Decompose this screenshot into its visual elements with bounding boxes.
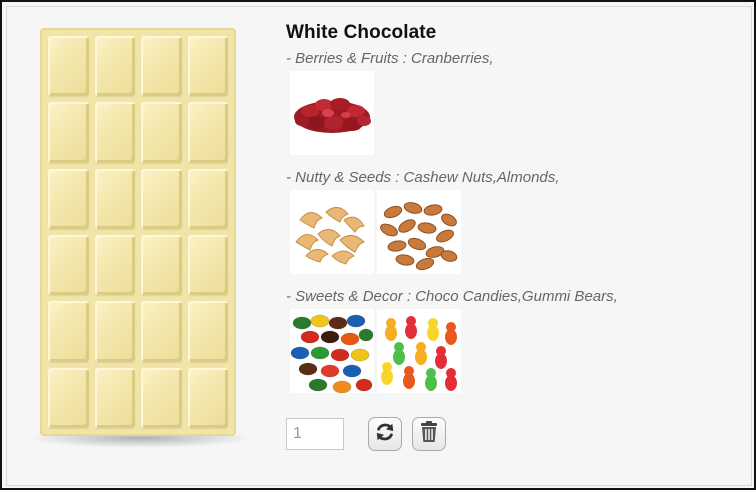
refresh-icon (374, 421, 396, 448)
cranberries-image (290, 71, 374, 155)
cart-item-controls (286, 417, 456, 451)
chocolate-piece (187, 36, 228, 97)
thumbs-sweets (290, 309, 736, 393)
chocolate-piece (187, 168, 228, 229)
quantity-input[interactable] (286, 418, 344, 450)
chocolate-piece (94, 234, 135, 296)
cashew-nuts-image (290, 190, 374, 274)
chocolate-piece (187, 301, 228, 362)
chocolate-piece (94, 168, 135, 229)
delete-button[interactable] (412, 417, 446, 451)
chocolate-piece (141, 234, 182, 296)
trash-icon (418, 420, 440, 449)
product-details: White Chocolate - Berries & Fruits : Cra… (286, 22, 736, 407)
section-label-nuts: - Nutty & Seeds : Cashew Nuts,Almonds, (286, 169, 560, 186)
gummi-bears-image (377, 309, 461, 393)
chocolate-piece (94, 367, 135, 428)
chocolate-piece (141, 36, 182, 97)
chocolate-piece (187, 102, 228, 163)
almonds-image (377, 190, 461, 274)
chocolate-piece (94, 36, 135, 97)
chocolate-piece (94, 102, 135, 163)
chocolate-bar (40, 28, 236, 436)
chocolate-piece (187, 234, 228, 296)
chocolate-piece (48, 234, 89, 296)
chocolate-piece (141, 168, 182, 229)
chocolate-piece (141, 367, 182, 428)
chocolate-piece (187, 367, 228, 428)
product-title: White Chocolate (286, 22, 437, 43)
chocolate-piece (141, 301, 182, 362)
section-label-berries: - Berries & Fruits : Cranberries, (286, 50, 494, 67)
section-label-sweets: - Sweets & Decor : Choco Candies,Gummi B… (286, 288, 618, 305)
chocolate-piece (48, 367, 89, 428)
chocolate-piece (141, 102, 182, 163)
chocolate-piece (48, 102, 89, 163)
chocolate-piece (48, 301, 89, 362)
thumbs-berries (290, 71, 736, 155)
chocolate-piece (48, 168, 89, 229)
thumbs-nuts (290, 190, 736, 274)
white-chocolate-bar-image (26, 28, 254, 448)
update-button[interactable] (368, 417, 402, 451)
chocolate-piece (48, 36, 89, 97)
choco-candies-image (290, 309, 374, 393)
chocolate-piece (94, 301, 135, 362)
